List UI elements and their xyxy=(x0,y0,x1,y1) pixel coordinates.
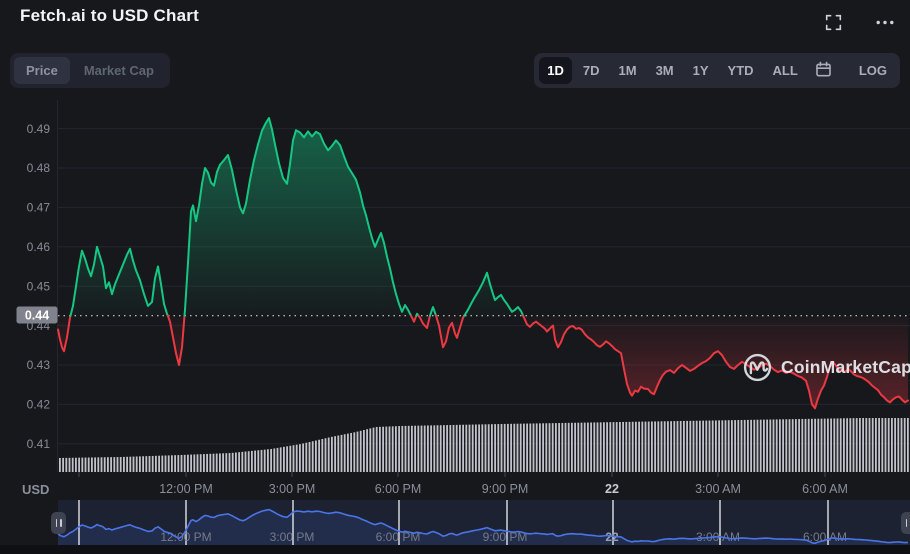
bottom-strip xyxy=(0,545,910,554)
y-tick-label: 0.47 xyxy=(27,201,51,215)
current-price-value: 0.44 xyxy=(25,309,49,323)
coinmarketcap-logo-icon xyxy=(742,352,773,383)
x-tick-label: 3:00 PM xyxy=(269,482,316,496)
y-tick-label: 0.48 xyxy=(27,161,51,175)
current-price-badge: 0.44 xyxy=(17,307,58,324)
price-chart-canvas[interactable]: 0.49 0.48 0.47 0.46 0.45 0.44 0.43 0.42 0.41 12:… xyxy=(0,0,910,554)
y-tick-label: 0.45 xyxy=(27,279,51,293)
x-tick-label: 6:00 PM xyxy=(375,482,422,496)
volume-bars xyxy=(59,418,909,472)
x-tick-label: 3:00 AM xyxy=(695,482,741,496)
navigator-right-handle[interactable] xyxy=(901,512,910,534)
x-tick-label: 12:00 PM xyxy=(159,482,213,496)
y-axis-labels: 0.49 0.48 0.47 0.46 0.45 0.44 0.43 0.42 0.41 xyxy=(27,122,51,451)
x-axis-labels: 12:00 PM 3:00 PM 6:00 PM 9:00 PM 22 3:00 AM 6:… xyxy=(79,472,848,496)
y-tick-label: 0.43 xyxy=(27,358,51,372)
navigator-tick-label: 6:00 PM xyxy=(376,530,421,544)
x-tick-label: 22 xyxy=(605,482,619,496)
y-tick-label: 0.42 xyxy=(27,398,51,412)
navigator-tick-label: 3:00 PM xyxy=(270,530,315,544)
x-tick-label: 9:00 PM xyxy=(482,482,529,496)
navigator-left-handle[interactable] xyxy=(51,512,66,534)
y-tick-label: 0.46 xyxy=(27,240,51,254)
fetch-ai-chart-widget: Fetch.ai to USD Chart Price Market Cap 1… xyxy=(0,0,910,554)
y-tick-label: 0.41 xyxy=(27,437,51,451)
watermark-text: CoinMarketCap xyxy=(781,357,910,378)
navigator-minichart[interactable]: 12:00 PM3:00 PM6:00 PM9:00 PM223:00 AM6:… xyxy=(0,500,910,554)
y-tick-label: 0.49 xyxy=(27,122,51,136)
unit-label: USD xyxy=(22,482,49,497)
watermark: CoinMarketCap xyxy=(742,352,910,383)
x-tick-label: 6:00 AM xyxy=(802,482,848,496)
